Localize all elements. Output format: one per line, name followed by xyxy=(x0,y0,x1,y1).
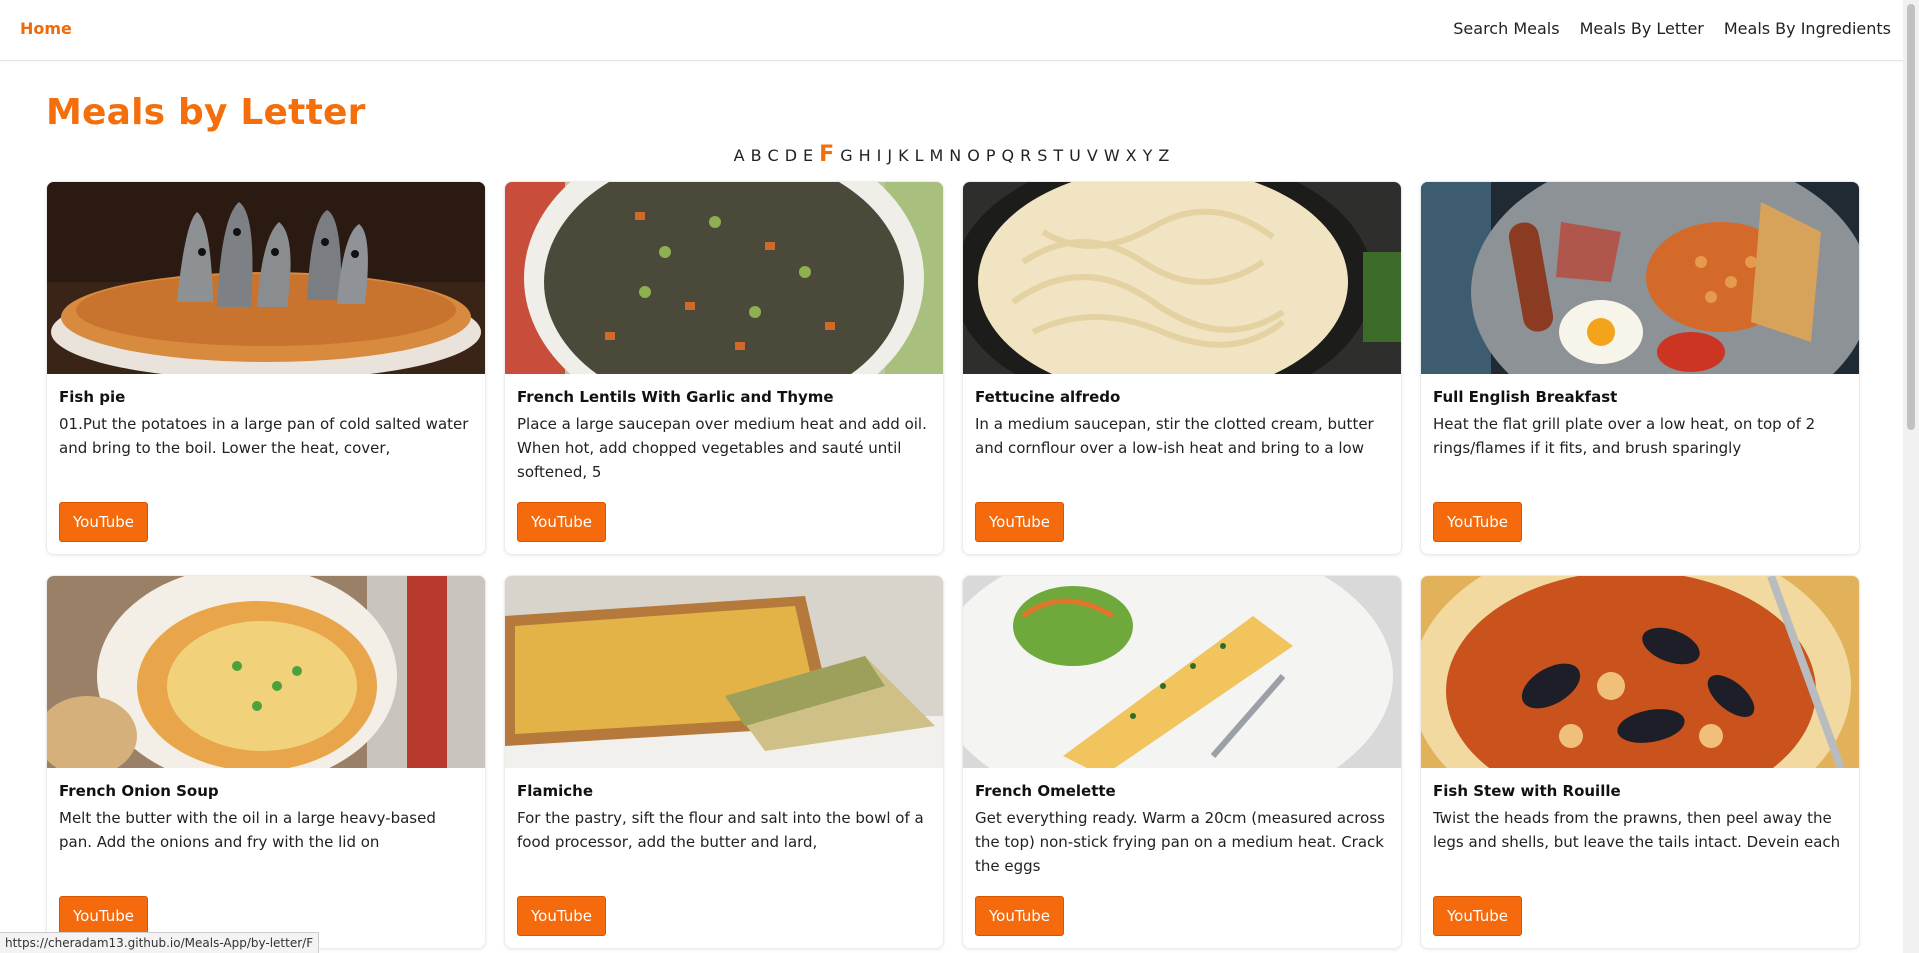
letter-g[interactable]: G xyxy=(840,146,852,165)
letter-o[interactable]: O xyxy=(967,146,980,165)
letter-i[interactable]: I xyxy=(877,146,882,165)
letter-r[interactable]: R xyxy=(1020,146,1031,165)
meal-description: 01.Put the potatoes in a large pan of co… xyxy=(59,415,469,457)
omelette-photo[interactable] xyxy=(963,576,1401,768)
scrollbar-thumb[interactable] xyxy=(1907,4,1915,430)
letter-u[interactable]: U xyxy=(1069,146,1081,165)
letter-a[interactable]: A xyxy=(734,146,745,165)
top-navbar: Home Search Meals Meals By Letter Meals … xyxy=(0,0,1903,61)
meal-name[interactable]: French Lentils With Garlic and Thyme xyxy=(517,388,931,406)
meal-card: Flamiche For the pastry, sift the flour … xyxy=(504,575,944,949)
meal-name[interactable]: Fish pie xyxy=(59,388,473,406)
letter-f[interactable]: F xyxy=(819,142,834,167)
meal-name[interactable]: French Onion Soup xyxy=(59,782,473,800)
youtube-button[interactable]: YouTube xyxy=(1433,502,1522,542)
meal-description: Melt the butter with the oil in a large … xyxy=(59,809,436,851)
letter-p[interactable]: P xyxy=(986,146,996,165)
meal-card: Full English Breakfast Heat the flat gri… xyxy=(1420,181,1860,555)
fettucine-photo[interactable] xyxy=(963,182,1401,374)
onion-soup-photo[interactable] xyxy=(47,576,485,768)
youtube-button[interactable]: YouTube xyxy=(1433,896,1522,936)
nav-meals-by-ingredients-link[interactable]: Meals By Ingredients xyxy=(1724,19,1891,38)
letter-e[interactable]: E xyxy=(803,146,813,165)
flamiche-photo[interactable] xyxy=(505,576,943,768)
youtube-button[interactable]: YouTube xyxy=(517,896,606,936)
page-title: Meals by Letter xyxy=(46,92,366,133)
meal-card: French Omelette Get everything ready. Wa… xyxy=(962,575,1402,949)
meal-description: In a medium saucepan, stir the clotted c… xyxy=(975,415,1374,457)
letter-m[interactable]: M xyxy=(929,146,943,165)
letter-d[interactable]: D xyxy=(785,146,797,165)
meal-description: Get everything ready. Warm a 20cm (measu… xyxy=(975,809,1385,875)
nav-home-link[interactable]: Home xyxy=(20,19,72,38)
fish-pie-photo[interactable] xyxy=(47,182,485,374)
letter-s[interactable]: S xyxy=(1037,146,1047,165)
letter-filter: ABCDEFGHIJKLMNOPQRSTUVWXYZ xyxy=(0,142,1903,167)
meal-name[interactable]: Fettucine alfredo xyxy=(975,388,1389,406)
letter-t[interactable]: T xyxy=(1053,146,1063,165)
meal-name[interactable]: Flamiche xyxy=(517,782,931,800)
meal-description: Twist the heads from the prawns, then pe… xyxy=(1433,809,1841,851)
fish-stew-photo[interactable] xyxy=(1421,576,1859,768)
meal-name[interactable]: Full English Breakfast xyxy=(1433,388,1847,406)
meal-card: French Onion Soup Melt the butter with t… xyxy=(46,575,486,949)
letter-h[interactable]: H xyxy=(859,146,871,165)
letter-w[interactable]: W xyxy=(1104,146,1120,165)
meals-grid: Fish pie 01.Put the potatoes in a large … xyxy=(46,181,1860,949)
letter-y[interactable]: Y xyxy=(1143,146,1153,165)
letter-k[interactable]: K xyxy=(898,146,909,165)
meal-card: Fish pie 01.Put the potatoes in a large … xyxy=(46,181,486,555)
youtube-button[interactable]: YouTube xyxy=(59,502,148,542)
youtube-button[interactable]: YouTube xyxy=(975,502,1064,542)
letter-v[interactable]: V xyxy=(1087,146,1098,165)
meal-description: For the pastry, sift the flour and salt … xyxy=(517,809,924,851)
meal-card: Fettucine alfredo In a medium saucepan, … xyxy=(962,181,1402,555)
letter-c[interactable]: C xyxy=(768,146,779,165)
youtube-button[interactable]: YouTube xyxy=(517,502,606,542)
meal-card: Fish Stew with Rouille Twist the heads f… xyxy=(1420,575,1860,949)
nav-links: Search Meals Meals By Letter Meals By In… xyxy=(1453,19,1891,38)
breakfast-photo[interactable] xyxy=(1421,182,1859,374)
letter-n[interactable]: N xyxy=(949,146,961,165)
letter-x[interactable]: X xyxy=(1126,146,1137,165)
vertical-scrollbar[interactable] xyxy=(1903,0,1919,953)
nav-meals-by-letter-link[interactable]: Meals By Letter xyxy=(1580,19,1704,38)
letter-z[interactable]: Z xyxy=(1158,146,1169,165)
meal-description: Heat the flat grill plate over a low hea… xyxy=(1433,415,1816,457)
letter-l[interactable]: L xyxy=(915,146,924,165)
status-bar-url: https://cheradam13.github.io/Meals-App/b… xyxy=(0,932,320,953)
youtube-button[interactable]: YouTube xyxy=(59,896,148,936)
letter-b[interactable]: B xyxy=(751,146,762,165)
meal-name[interactable]: Fish Stew with Rouille xyxy=(1433,782,1847,800)
meal-card: French Lentils With Garlic and Thyme Pla… xyxy=(504,181,944,555)
meal-description: Place a large saucepan over medium heat … xyxy=(517,415,927,481)
meal-name[interactable]: French Omelette xyxy=(975,782,1389,800)
letter-q[interactable]: Q xyxy=(1002,146,1015,165)
nav-search-meals-link[interactable]: Search Meals xyxy=(1453,19,1559,38)
lentils-photo[interactable] xyxy=(505,182,943,374)
letter-j[interactable]: J xyxy=(887,146,892,165)
youtube-button[interactable]: YouTube xyxy=(975,896,1064,936)
